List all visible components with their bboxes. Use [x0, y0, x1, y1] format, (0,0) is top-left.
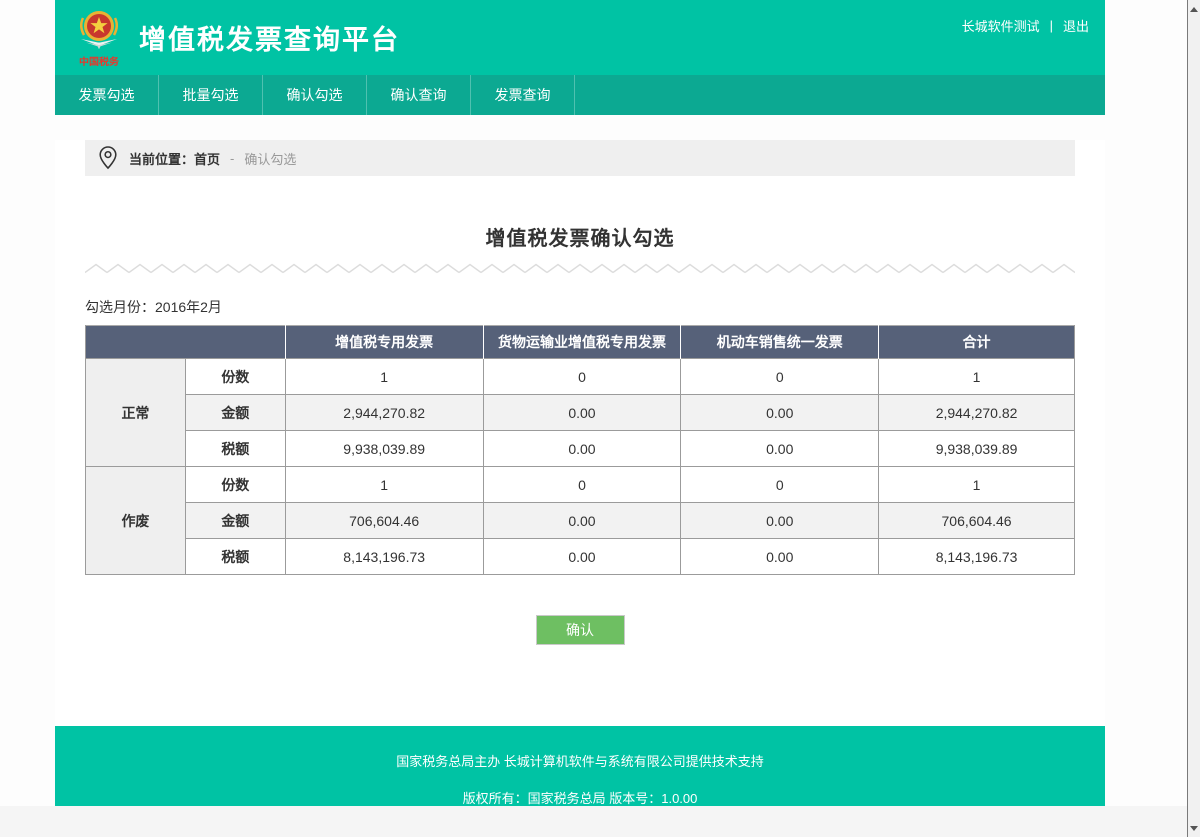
row-label: 税额: [185, 539, 285, 575]
table-cell: 1: [285, 467, 483, 503]
logo-caption: 中国税务: [79, 53, 119, 67]
table-cell: 0.00: [681, 503, 879, 539]
table-cell: 0.00: [681, 431, 879, 467]
header-user-area: 长城软件测试 | 退出: [962, 16, 1089, 35]
page-title: 增值税发票确认勾选: [55, 222, 1105, 251]
footer-line-1: 国家税务总局主办 长城计算机软件与系统有限公司提供技术支持: [396, 751, 764, 770]
col-header-vehicle-invoice: 机动车销售统一发票: [681, 326, 879, 359]
vertical-scrollbar[interactable]: [1187, 0, 1200, 837]
table-row: 金额 2,944,270.82 0.00 0.00 2,944,270.82: [86, 395, 1075, 431]
logout-link[interactable]: 退出: [1063, 16, 1089, 35]
viewport-bottom-strip: [0, 806, 1188, 837]
breadcrumb-current: 确认勾选: [244, 149, 296, 168]
table-cell: 0: [483, 467, 681, 503]
row-label: 金额: [185, 395, 285, 431]
breadcrumb-separator: -: [230, 151, 234, 166]
table-row: 税额 8,143,196.73 0.00 0.00 8,143,196.73: [86, 539, 1075, 575]
period-label: 勾选月份：2016年2月: [85, 297, 1075, 317]
table-cell: 0: [681, 359, 879, 395]
app-title: 增值税发票查询平台: [139, 18, 400, 57]
table-cell: 0.00: [483, 431, 681, 467]
zigzag-divider: [85, 261, 1075, 273]
row-group-voided: 作废: [86, 467, 186, 575]
tax-emblem-logo: 中国税务: [73, 8, 125, 68]
table-cell: 0.00: [483, 539, 681, 575]
col-header-freight-invoice: 货物运输业增值税专用发票: [483, 326, 681, 359]
breadcrumb-prefix: 当前位置：首页: [129, 149, 220, 168]
table-header-row: 增值税专用发票 货物运输业增值税专用发票 机动车销售统一发票 合计: [86, 326, 1075, 359]
confirm-button[interactable]: 确认: [536, 615, 625, 645]
nav-item-invoice-query[interactable]: 发票查询: [471, 75, 575, 115]
user-divider: |: [1050, 18, 1053, 33]
table-cell: 1: [285, 359, 483, 395]
table-cell: 9,938,039.89: [285, 431, 483, 467]
table-cell: 9,938,039.89: [879, 431, 1075, 467]
table-row: 正常 份数 1 0 0 1: [86, 359, 1075, 395]
main-content: 当前位置：首页 - 确认勾选 增值税发票确认勾选 勾选月份：2016年2月: [55, 140, 1105, 726]
col-header-special-invoice: 增值税专用发票: [285, 326, 483, 359]
table-cell: 1: [879, 467, 1075, 503]
table-row: 作废 份数 1 0 0 1: [86, 467, 1075, 503]
table-cell: 2,944,270.82: [285, 395, 483, 431]
nav-item-invoice-check[interactable]: 发票勾选: [55, 75, 159, 115]
table-cell: 0.00: [681, 395, 879, 431]
page-container: 中国税务 增值税发票查询平台 长城软件测试 | 退出 发票勾选 批量勾选 确认勾…: [55, 0, 1105, 831]
table-cell: 8,143,196.73: [285, 539, 483, 575]
table-cell: 0.00: [483, 503, 681, 539]
table-cell: 0.00: [681, 539, 879, 575]
table-cell: 0: [681, 467, 879, 503]
footer-line-2: 版权所有：国家税务总局 版本号：1.0.00: [463, 788, 698, 807]
table-cell: 706,604.46: [285, 503, 483, 539]
nav-item-confirm-query[interactable]: 确认查询: [367, 75, 471, 115]
scroll-down-icon[interactable]: [1188, 821, 1200, 835]
row-label: 份数: [185, 359, 285, 395]
row-group-normal: 正常: [86, 359, 186, 467]
breadcrumb: 当前位置：首页 - 确认勾选: [85, 140, 1075, 176]
invoice-summary-table: 增值税专用发票 货物运输业增值税专用发票 机动车销售统一发票 合计 正常 份数 …: [85, 325, 1075, 575]
table-cell: 1: [879, 359, 1075, 395]
user-name-label: 长城软件测试: [962, 16, 1040, 35]
table-cell: 2,944,270.82: [879, 395, 1075, 431]
row-label: 税额: [185, 431, 285, 467]
table-row: 税额 9,938,039.89 0.00 0.00 9,938,039.89: [86, 431, 1075, 467]
table-cell: 0.00: [483, 395, 681, 431]
row-label: 份数: [185, 467, 285, 503]
nav-item-confirm-check[interactable]: 确认勾选: [263, 75, 367, 115]
scroll-up-icon[interactable]: [1188, 2, 1200, 16]
col-header-total: 合计: [879, 326, 1075, 359]
table-cell: 8,143,196.73: [879, 539, 1075, 575]
table-corner-cell: [86, 326, 286, 359]
national-emblem-icon: [73, 8, 125, 52]
table-cell: 0: [483, 359, 681, 395]
table-cell: 706,604.46: [879, 503, 1075, 539]
nav-item-batch-check[interactable]: 批量勾选: [159, 75, 263, 115]
row-label: 金额: [185, 503, 285, 539]
main-nav: 发票勾选 批量勾选 确认勾选 确认查询 发票查询: [55, 75, 1105, 115]
location-pin-icon: [97, 145, 119, 171]
table-row: 金额 706,604.46 0.00 0.00 706,604.46: [86, 503, 1075, 539]
app-header: 中国税务 增值税发票查询平台 长城软件测试 | 退出: [55, 0, 1105, 75]
